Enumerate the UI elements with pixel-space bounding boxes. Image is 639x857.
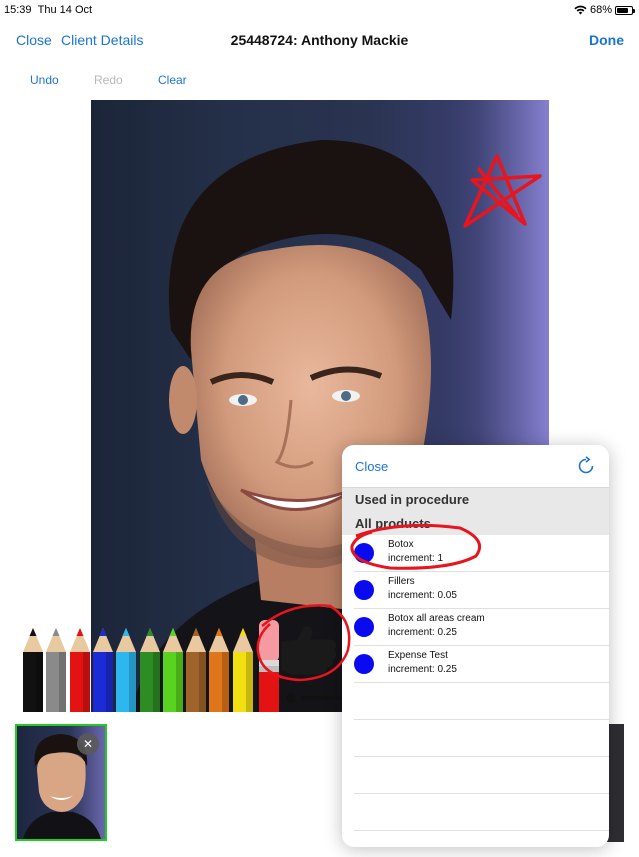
product-color-dot xyxy=(354,580,374,600)
product-color-dot xyxy=(354,543,374,563)
product-color-dot xyxy=(354,617,374,637)
pencil-color-0[interactable] xyxy=(22,626,44,712)
status-bar: 15:39 Thu 14 Oct 68% xyxy=(0,0,639,20)
battery-percent: 68% xyxy=(589,4,612,16)
product-color-dot xyxy=(354,654,374,674)
empty-row xyxy=(354,720,609,757)
pencil-color-1[interactable] xyxy=(45,626,67,712)
clear-button[interactable]: Clear xyxy=(158,73,187,87)
list-item[interactable]: Botox increment: 1 xyxy=(354,535,609,572)
pencil-color-7[interactable] xyxy=(185,626,207,712)
product-name: Botox all areas cream xyxy=(388,613,485,624)
product-list: Botox increment: 1 Fillers increment: 0.… xyxy=(342,535,609,831)
list-item[interactable]: Fillers increment: 0.05 xyxy=(354,572,609,609)
pencil-color-9[interactable] xyxy=(232,626,254,712)
product-increment: increment: 1 xyxy=(388,553,444,564)
product-increment: increment: 0.25 xyxy=(388,627,457,638)
list-item[interactable]: Expense Test increment: 0.25 xyxy=(354,646,609,683)
product-increment: increment: 0.05 xyxy=(388,590,457,601)
status-right: 68% xyxy=(574,4,635,16)
status-time-date: 15:39 Thu 14 Oct xyxy=(4,4,92,16)
list-item[interactable]: Botox all areas cream increment: 0.25 xyxy=(354,609,609,646)
popover-close-button[interactable]: Close xyxy=(355,459,388,474)
pencil-color-5[interactable] xyxy=(139,626,161,712)
pencil-color-2[interactable] xyxy=(69,626,91,712)
status-time: 15:39 xyxy=(4,4,32,16)
pencil-color-3[interactable] xyxy=(92,626,114,712)
brush-size-slider[interactable] xyxy=(283,690,343,706)
done-button[interactable]: Done xyxy=(589,32,624,48)
pencil-color-8[interactable] xyxy=(208,626,230,712)
undo-button[interactable]: Undo xyxy=(30,73,59,87)
refresh-icon[interactable] xyxy=(575,455,597,477)
product-increment: increment: 0.25 xyxy=(388,664,457,675)
product-name: Botox xyxy=(388,539,414,550)
drawing-toolbar: Undo Redo Clear xyxy=(0,66,639,94)
page-title: 25448724: Anthony Mackie xyxy=(230,32,409,48)
status-date: Thu 14 Oct xyxy=(37,4,93,16)
section-subtitle: All products xyxy=(355,516,431,531)
empty-row xyxy=(354,683,609,720)
products-popover: Close Used in procedure All products Bot… xyxy=(342,445,609,847)
product-name: Expense Test xyxy=(388,650,448,661)
empty-row xyxy=(354,757,609,794)
battery-icon xyxy=(615,5,635,15)
nav-bar: Close Client Details 25448724: Anthony M… xyxy=(0,20,639,60)
wifi-icon xyxy=(574,5,587,15)
eraser-tool[interactable] xyxy=(258,620,280,712)
thumbnail-close-icon[interactable]: ✕ xyxy=(77,733,99,755)
product-name: Fillers xyxy=(388,576,415,587)
pencil-color-6[interactable] xyxy=(162,626,184,712)
section-title: Used in procedure xyxy=(355,492,470,507)
redo-button[interactable]: Redo xyxy=(94,73,123,87)
empty-row xyxy=(354,794,609,831)
pencil-color-4[interactable] xyxy=(115,626,137,712)
section-header: Used in procedure All products xyxy=(342,487,609,535)
